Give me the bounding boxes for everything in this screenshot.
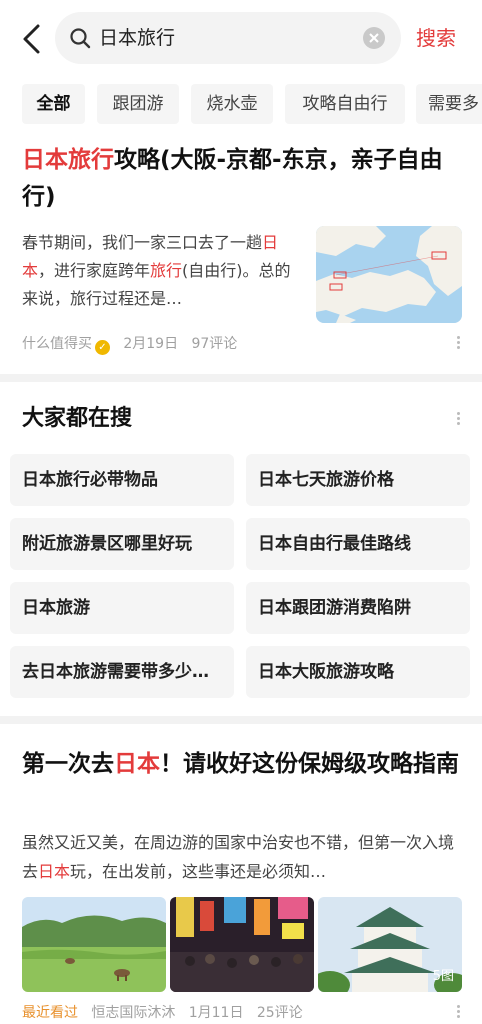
section-title: 大家都在搜 <box>22 406 133 431</box>
article-title[interactable]: 日本旅行攻略(大阪-京都-东京，亲子自由行) <box>22 142 462 216</box>
top-bar: 日本旅行 搜索 <box>0 0 482 78</box>
chevron-left-icon[interactable] <box>18 22 46 56</box>
snippet-highlight: 旅行 <box>150 261 183 280</box>
image-count: 5图 <box>432 969 454 984</box>
suggestion-chip[interactable]: 日本大阪旅游攻略 <box>246 646 470 698</box>
section-divider <box>0 374 482 382</box>
post-date: 1月11日 <box>188 1005 244 1021</box>
source-name: 什么值得买 <box>22 336 92 352</box>
search-query-text: 日本旅行 <box>99 27 176 49</box>
article-snippet: 春节期间，我们一家三口去了一趟日本，进行家庭跨年旅行(自由行)。总的来说，旅行过… <box>22 229 296 313</box>
tab-all[interactable]: 全部 <box>22 84 85 124</box>
tab-guide-independent[interactable]: 攻略自由行 <box>285 84 405 124</box>
article-image[interactable]: 5图 <box>318 897 462 992</box>
tab-need-more[interactable]: 需要多 <box>416 84 482 124</box>
article-image[interactable] <box>22 897 166 992</box>
more-options-icon[interactable] <box>455 410 461 430</box>
suggestion-chip[interactable]: 日本旅行必带物品 <box>10 454 234 506</box>
comment-count: 25评论 <box>256 1005 303 1021</box>
verified-icon: ✓ <box>95 340 110 355</box>
snippet-text: ，进行家庭跨年 <box>38 261 151 280</box>
article-snippet: 虽然又近又美，在周边游的国家中治安也不错，但第一次入境去日本玩，在出发前，这些事… <box>22 828 462 886</box>
article-meta: 最近看过 恒志国际沐沐 1月11日 25评论 <box>22 1003 303 1023</box>
suggestion-chip[interactable]: 日本旅游 <box>10 582 234 634</box>
search-icon <box>70 28 91 49</box>
tab-kettle[interactable]: 烧水壶 <box>191 84 273 124</box>
suggestion-chip[interactable]: 日本自由行最佳路线 <box>246 518 470 570</box>
tab-group-tour[interactable]: 跟团游 <box>97 84 179 124</box>
suggestion-chip[interactable]: 去日本旅游需要带多少… <box>10 646 234 698</box>
title-highlight: 日本旅行 <box>22 147 114 173</box>
title-text: 第一次去 <box>22 751 114 777</box>
article-title[interactable]: 第一次去日本！请收好这份保姆级攻略指南 <box>22 746 462 783</box>
recently-viewed-label: 最近看过 <box>22 1005 78 1021</box>
section-divider <box>0 716 482 724</box>
more-options-icon[interactable] <box>455 1003 461 1023</box>
clear-icon[interactable] <box>363 27 385 49</box>
post-date: 2月19日 <box>123 336 179 352</box>
snippet-text: 春节期间，我们一家三口去了一趟 <box>22 233 263 252</box>
title-highlight: 日本 <box>114 751 160 777</box>
title-text: ！请收好这份保姆级攻略指南 <box>160 751 459 777</box>
snippet-text: 玩，在出发前，这些事还是必须知… <box>70 862 327 881</box>
snippet-highlight: 日本 <box>38 862 71 881</box>
suggestion-chip[interactable]: 日本跟团游消费陷阱 <box>246 582 470 634</box>
source-name: 恒志国际沐沐 <box>91 1005 176 1021</box>
more-options-icon[interactable] <box>455 334 461 354</box>
map-thumbnail[interactable] <box>316 226 462 323</box>
comment-count: 97评论 <box>191 336 238 352</box>
search-input[interactable]: 日本旅行 <box>55 12 401 64</box>
suggestion-chip[interactable]: 附近旅游景区哪里好玩 <box>10 518 234 570</box>
suggestion-chip[interactable]: 日本七天旅游价格 <box>246 454 470 506</box>
search-button[interactable]: 搜索 <box>416 24 456 52</box>
article-meta: 什么值得买 ✓ 2月19日 97评论 <box>22 334 237 355</box>
article-image[interactable] <box>170 897 314 992</box>
filter-tabs: 全部 跟团游 烧水壶 攻略自由行 需要多 <box>0 84 482 126</box>
